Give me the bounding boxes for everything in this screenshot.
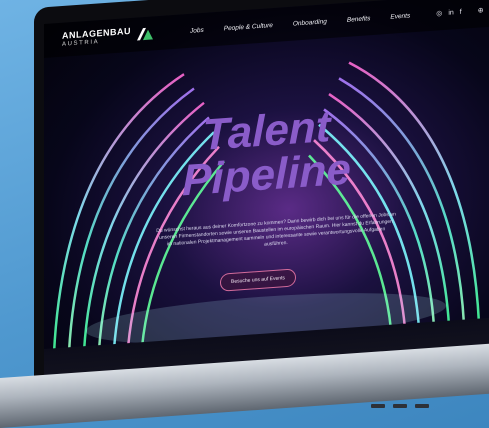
laptop-ports	[371, 404, 429, 408]
nav-events[interactable]: Events	[390, 12, 410, 20]
instagram-icon[interactable]: ◎	[436, 9, 442, 17]
port	[393, 404, 407, 408]
screen: ANLAGENBAU AUSTRIA Jobs People & Culture…	[44, 0, 489, 393]
brand-logo[interactable]: ANLAGENBAU AUSTRIA	[62, 25, 154, 48]
social-links: ◎ in f ⊕	[436, 6, 483, 17]
globe-icon[interactable]: ⊕	[478, 6, 484, 14]
port	[415, 404, 429, 408]
port	[371, 404, 385, 408]
facebook-icon[interactable]: f	[460, 8, 462, 15]
nav-people-culture[interactable]: People & Culture	[224, 21, 273, 31]
linkedin-icon[interactable]: in	[448, 9, 453, 16]
logo-mark-icon	[137, 27, 153, 41]
nav-jobs[interactable]: Jobs	[190, 26, 204, 34]
nav-benefits[interactable]: Benefits	[347, 15, 371, 24]
main-menu: Jobs People & Culture Onboarding Benefit…	[190, 12, 410, 34]
laptop: ANLAGENBAU AUSTRIA Jobs People & Culture…	[0, 0, 489, 428]
nav-onboarding[interactable]: Onboarding	[293, 18, 327, 27]
